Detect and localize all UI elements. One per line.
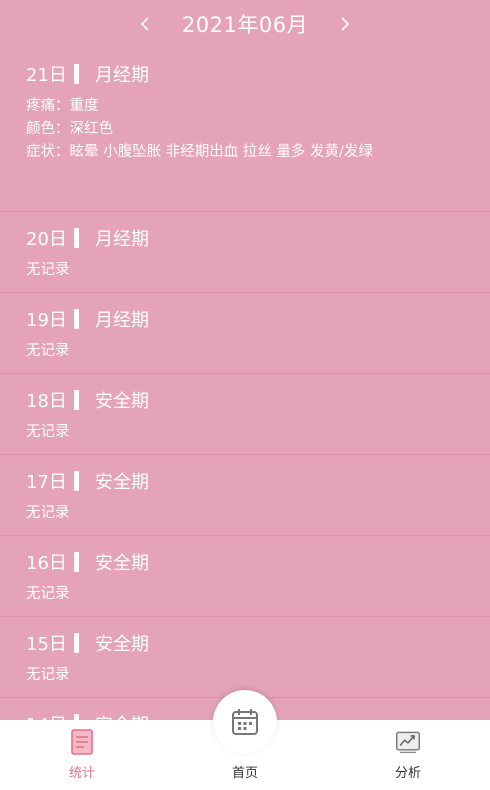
- home-calendar-button[interactable]: [213, 690, 277, 754]
- entry-day: 17日: [26, 472, 67, 493]
- next-month-button[interactable]: [330, 9, 360, 39]
- color-line: 颜色：深红色: [26, 121, 113, 137]
- no-record-text: 无记录: [26, 424, 70, 440]
- entry-day: 20日: [26, 229, 67, 250]
- entry-day: 15日: [26, 634, 67, 655]
- entry-phase: 月经期: [95, 229, 149, 250]
- chevron-left-icon: [140, 17, 149, 31]
- entry-day: 19日: [26, 310, 67, 331]
- calendar-icon: [232, 709, 258, 735]
- tab-home-label: 首页: [231, 766, 258, 781]
- entry-day: 18日: [26, 391, 67, 412]
- no-record-text: 无记录: [26, 505, 70, 521]
- trend-chart-icon: [396, 731, 420, 754]
- month-header: 2021年06月: [0, 0, 490, 48]
- document-list-icon: [71, 729, 93, 755]
- tab-analysis[interactable]: 分析: [358, 720, 458, 790]
- record-list[interactable]: 21日 月经期 疼痛：重度 颜色：深红色 症状：眩晕 小腹坠胀 非经期出血 拉丝…: [0, 48, 490, 720]
- entry-phase: 安全期: [95, 391, 149, 412]
- separator-bar: [74, 228, 79, 248]
- chevron-right-icon: [341, 17, 350, 31]
- record-entry[interactable]: 19日 月经期 无记录: [0, 293, 490, 374]
- month-title: 2021年06月: [181, 13, 309, 37]
- tab-analysis-label: 分析: [394, 766, 421, 781]
- tab-stats-label: 统计: [68, 766, 95, 781]
- symptom-line: 症状：眩晕 小腹坠胀 非经期出血 拉丝 量多 发黄/发绿: [26, 144, 373, 160]
- separator-bar: [74, 390, 79, 410]
- entry-day: 21日: [26, 65, 67, 86]
- no-record-text: 无记录: [26, 667, 70, 683]
- record-entry[interactable]: 21日 月经期 疼痛：重度 颜色：深红色 症状：眩晕 小腹坠胀 非经期出血 拉丝…: [0, 48, 490, 212]
- entry-phase: 安全期: [95, 634, 149, 655]
- entry-phase: 月经期: [95, 65, 149, 86]
- entry-phase: 月经期: [95, 310, 149, 331]
- tab-stats[interactable]: 统计: [32, 720, 132, 790]
- pain-line: 疼痛：重度: [26, 98, 99, 114]
- no-record-text: 无记录: [26, 586, 70, 602]
- entry-phase: 安全期: [95, 553, 149, 574]
- entry-phase: 安全期: [95, 472, 149, 493]
- record-entry[interactable]: 16日 安全期 无记录: [0, 536, 490, 617]
- entry-day: 16日: [26, 553, 67, 574]
- no-record-text: 无记录: [26, 343, 70, 359]
- record-entry[interactable]: 17日 安全期 无记录: [0, 455, 490, 536]
- separator-bar: [74, 552, 79, 572]
- record-entry[interactable]: 20日 月经期 无记录: [0, 212, 490, 293]
- record-entry[interactable]: 15日 安全期 无记录: [0, 617, 490, 698]
- prev-month-button[interactable]: [130, 9, 160, 39]
- entry-day: 14日: [26, 711, 74, 720]
- separator-bar: [74, 633, 79, 653]
- separator-bar: [74, 309, 79, 329]
- record-entry[interactable]: 18日 安全期 无记录: [0, 374, 490, 455]
- no-record-text: 无记录: [26, 262, 70, 278]
- separator-bar: [74, 64, 79, 84]
- entry-phase: 安全期: [95, 711, 149, 720]
- separator-bar: [74, 471, 79, 491]
